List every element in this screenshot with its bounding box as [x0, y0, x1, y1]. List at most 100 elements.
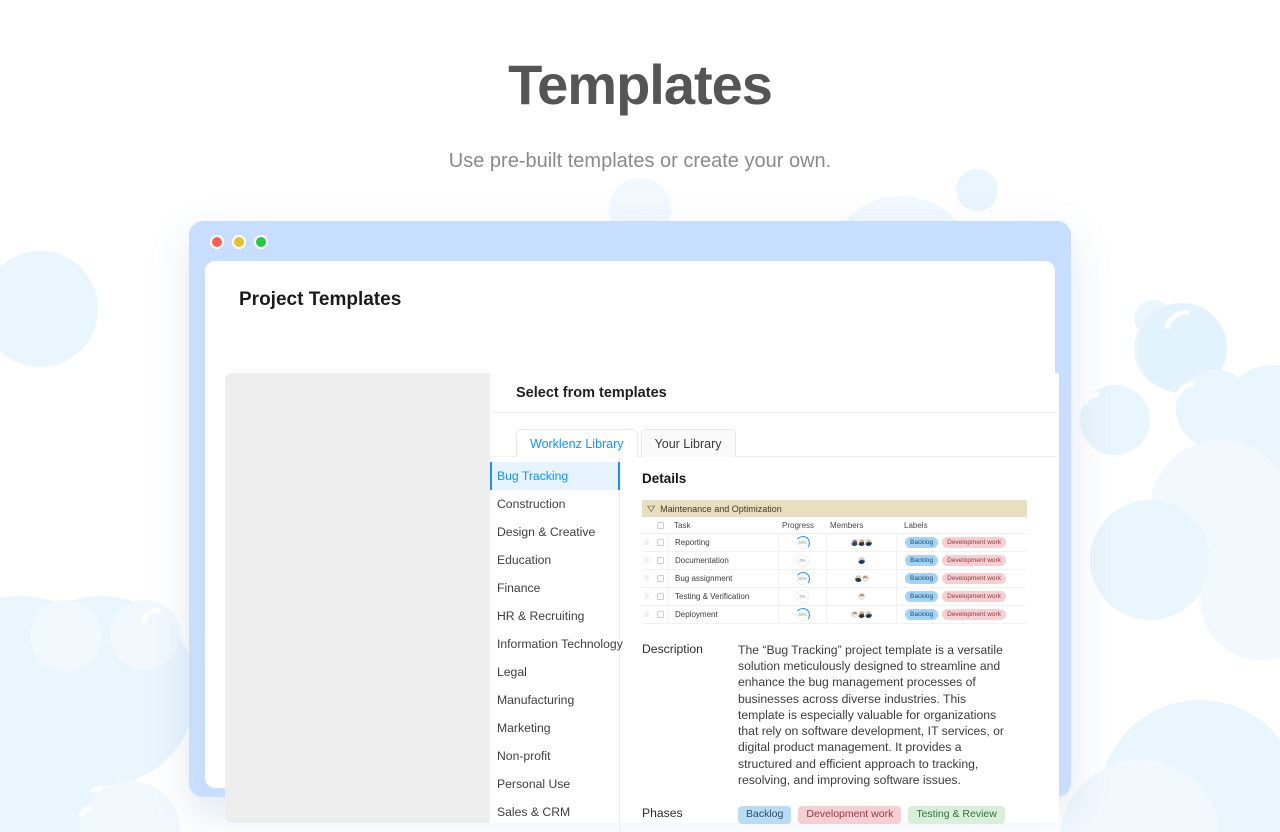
- tab-worklenz-library[interactable]: Worklenz Library: [516, 429, 638, 457]
- bubble: [1134, 304, 1164, 334]
- list-item-legal[interactable]: Legal: [490, 658, 619, 686]
- avatar-group: [857, 556, 866, 565]
- drag-handle-icon[interactable]: ⠿: [642, 575, 652, 583]
- bubble: [1137, 303, 1227, 393]
- avatar: [860, 574, 870, 583]
- bubble: [1060, 760, 1220, 832]
- label-development-work: Development work: [942, 591, 1006, 602]
- list-item-education[interactable]: Education: [490, 546, 619, 574]
- label-development-work: Development work: [942, 555, 1006, 566]
- details-title: Details: [642, 471, 687, 486]
- bubble: [1176, 370, 1254, 448]
- avatar: [864, 538, 873, 547]
- list-item-label: Finance: [497, 581, 541, 595]
- bubble: [6, 596, 196, 786]
- library-tabs: Worklenz Library Your Library: [490, 427, 1059, 457]
- app-title: Project Templates: [239, 289, 402, 310]
- table-row[interactable]: ⠿ Documentation 0% Backlog Development wo…: [642, 552, 1027, 570]
- drag-handle-icon[interactable]: ⠿: [642, 611, 652, 619]
- bubble: [80, 781, 180, 832]
- cell-labels: Backlog Development work: [896, 606, 1027, 623]
- list-item-personal-use[interactable]: Personal Use: [490, 770, 619, 798]
- list-item-finance[interactable]: Finance: [490, 574, 619, 602]
- screen-root: Templates Use pre-built templates or cre…: [0, 0, 1280, 832]
- task-group-name: Maintenance and Optimization: [660, 503, 782, 514]
- avatar: [864, 610, 873, 619]
- list-item-label: HR & Recruiting: [497, 609, 585, 623]
- cell-labels: Backlog Development work: [896, 552, 1027, 569]
- template-category-list[interactable]: Bug Tracking Construction Design & Creat…: [490, 457, 623, 832]
- progress-ring: 30%: [796, 572, 809, 585]
- bubble-highlight: [1169, 375, 1215, 421]
- drag-handle-icon[interactable]: ⠿: [642, 593, 652, 601]
- row-select-cell[interactable]: [652, 557, 668, 564]
- content-area: Select from templates Worklenz Library Y…: [225, 373, 1059, 832]
- close-window-dot[interactable]: [210, 235, 224, 249]
- list-item-non-profit[interactable]: Non-profit: [490, 742, 619, 770]
- label-backlog: Backlog: [905, 555, 939, 566]
- list-item-bug-tracking[interactable]: Bug Tracking: [490, 462, 619, 490]
- phases-list: Backlog Development work Testing & Revie…: [738, 805, 1016, 824]
- drag-handle-icon[interactable]: ⠿: [642, 539, 652, 547]
- list-item-label: Design & Creative: [497, 525, 596, 539]
- cell-progress: 30%: [778, 570, 826, 587]
- tab-your-library[interactable]: Your Library: [640, 429, 736, 457]
- progress-ring: 0%: [796, 590, 809, 603]
- list-item-manufacturing[interactable]: Manufacturing: [490, 686, 619, 714]
- column-header-task: Task: [674, 520, 691, 530]
- bubble: [108, 727, 158, 777]
- phase-backlog: Backlog: [738, 805, 792, 824]
- list-item-hr-recruiting[interactable]: HR & Recruiting: [490, 602, 619, 630]
- cell-labels: Backlog Development work: [896, 588, 1027, 605]
- label-backlog: Backlog: [905, 609, 939, 620]
- row-checkbox[interactable]: [656, 611, 664, 618]
- cell-task: Testing & Verification: [668, 588, 778, 605]
- row-select-cell[interactable]: [652, 593, 668, 600]
- list-item-design-creative[interactable]: Design & Creative: [490, 518, 619, 546]
- row-select-cell[interactable]: [652, 575, 668, 582]
- templates-panel: Select from templates Worklenz Library Y…: [489, 373, 1059, 832]
- list-item-construction[interactable]: Construction: [490, 490, 619, 518]
- cell-task: Bug assignment: [668, 570, 778, 587]
- progress-ring: 30%: [796, 608, 809, 621]
- app-canvas: Project Templates Select from templates …: [205, 261, 1059, 832]
- list-item-sales-crm[interactable]: Sales & CRM: [490, 798, 619, 826]
- list-item-marketing[interactable]: Marketing: [490, 714, 619, 742]
- list-item-label: Personal Use: [497, 777, 571, 791]
- bubble-highlight: [1155, 301, 1217, 363]
- cell-task: Deployment: [668, 606, 778, 623]
- task-group-header[interactable]: ▽ Maintenance and Optimization: [642, 500, 1027, 517]
- list-item-label: Marketing: [497, 721, 551, 735]
- row-checkbox[interactable]: [656, 593, 664, 600]
- label-backlog: Backlog: [905, 537, 939, 548]
- maximize-window-dot[interactable]: [254, 235, 268, 249]
- table-row[interactable]: ⠿ Reporting 30% Backlog Development work: [642, 534, 1027, 552]
- list-item-information-technology[interactable]: Information Technology: [490, 630, 623, 658]
- panel-heading: Select from templates: [490, 373, 1059, 413]
- row-select-cell[interactable]: [652, 611, 668, 618]
- label-development-work: Development work: [942, 537, 1006, 548]
- row-checkbox[interactable]: [656, 557, 664, 564]
- list-item-label: Legal: [497, 665, 527, 679]
- cell-members: [826, 552, 896, 569]
- row-select-cell[interactable]: [652, 539, 668, 546]
- cell-members: [826, 534, 896, 551]
- select-all-cell[interactable]: [652, 521, 668, 529]
- bubble-highlight: [73, 801, 107, 832]
- table-row[interactable]: ⠿ Testing & Verification 0% Backlog Devel…: [642, 588, 1027, 606]
- row-checkbox[interactable]: [656, 575, 664, 582]
- progress-ring: 30%: [796, 536, 809, 549]
- cell-progress: 30%: [778, 534, 826, 551]
- tab-label: Your Library: [654, 436, 722, 451]
- drag-handle-icon[interactable]: ⠿: [642, 557, 652, 565]
- bubble: [1090, 500, 1210, 620]
- bubble: [0, 596, 130, 816]
- table-row[interactable]: ⠿ Bug assignment 30% Backlog Development …: [642, 570, 1027, 588]
- table-row[interactable]: ⠿ Deployment 30% Backlog Development work: [642, 606, 1027, 624]
- phase-development-work: Development work: [798, 805, 902, 824]
- select-all-checkbox[interactable]: [656, 521, 664, 529]
- minimize-window-dot[interactable]: [232, 235, 246, 249]
- cell-task: Documentation: [668, 552, 778, 569]
- page-title: Templates: [508, 53, 773, 116]
- row-checkbox[interactable]: [656, 539, 664, 546]
